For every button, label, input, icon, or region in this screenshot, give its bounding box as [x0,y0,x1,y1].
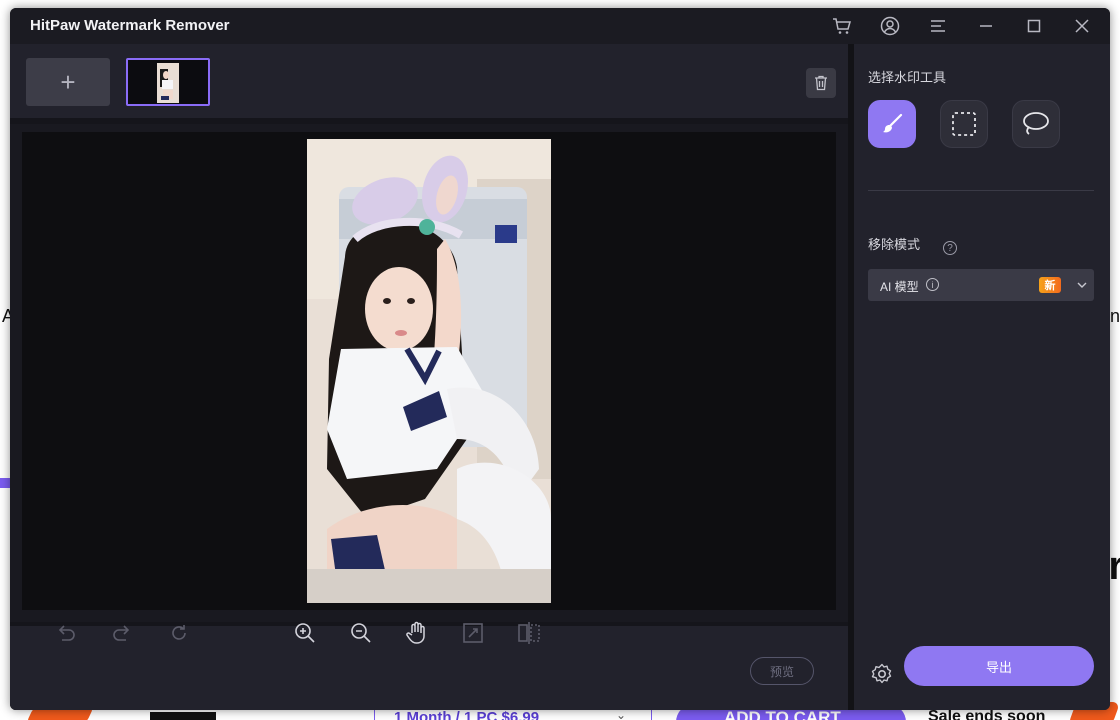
mode-select-value: AI 模型 [880,280,919,294]
tool-section-title: 选择水印工具 [868,70,947,85]
editor-pane: + [10,44,848,710]
undo-icon[interactable] [52,619,80,647]
thumbnail-strip: + [10,44,848,118]
close-icon[interactable] [1070,14,1094,38]
cart-icon[interactable] [830,14,854,38]
delete-button[interactable] [806,68,836,98]
minimize-icon[interactable] [974,14,998,38]
background-heading-fragment: r [1108,544,1120,588]
compare-icon[interactable] [515,619,543,647]
plus-icon: + [60,67,76,97]
rectangle-tool-button[interactable] [940,100,988,148]
new-badge: 新 [1039,277,1061,293]
brush-icon [883,113,903,133]
trash-icon [815,75,827,91]
title-bar: HitPaw Watermark Remover [10,8,1110,44]
brush-tool-button[interactable] [868,100,916,148]
lasso-tool-button[interactable] [1012,100,1060,148]
fit-icon[interactable] [459,619,487,647]
chevron-down-icon [1076,279,1088,291]
thumbnail-image [157,63,179,103]
settings-panel: 选择水印工具 移除模式 ? AI 模型 i 新 导出 [854,44,1110,710]
divider [868,190,1094,191]
help-icon[interactable]: ? [943,241,957,255]
background-text-right: n [1109,306,1120,326]
menu-icon[interactable] [926,14,950,38]
mode-select[interactable]: AI 模型 i 新 [868,269,1094,301]
redo-icon[interactable] [108,619,136,647]
app-window: HitPaw Watermark Remover + 预览 选择水印工具 移除模… [10,8,1110,710]
info-icon[interactable]: i [926,278,939,291]
image-canvas[interactable] [22,132,836,610]
divider [10,118,848,124]
gear-icon[interactable] [868,660,896,688]
zoom-out-icon[interactable] [347,619,375,647]
add-file-button[interactable]: + [26,58,110,106]
mode-section-title: 移除模式 [868,237,921,252]
rect-select-icon [952,112,976,136]
account-icon[interactable] [878,14,902,38]
maximize-icon[interactable] [1022,14,1046,38]
thumbnail-item[interactable] [126,58,210,106]
reset-icon[interactable] [165,619,193,647]
zoom-in-icon[interactable] [291,619,319,647]
background-dark-block [150,712,216,720]
preview-button[interactable]: 预览 [750,657,814,685]
background-price-text: 1 Month / 1 PC $6.99 [394,709,540,720]
hand-icon[interactable] [403,619,431,647]
background-accent-bar [0,478,10,488]
export-button[interactable]: 导出 [904,646,1094,686]
lasso-icon [1023,112,1049,135]
preview-photo [307,139,551,603]
app-title: HitPaw Watermark Remover [30,17,230,34]
